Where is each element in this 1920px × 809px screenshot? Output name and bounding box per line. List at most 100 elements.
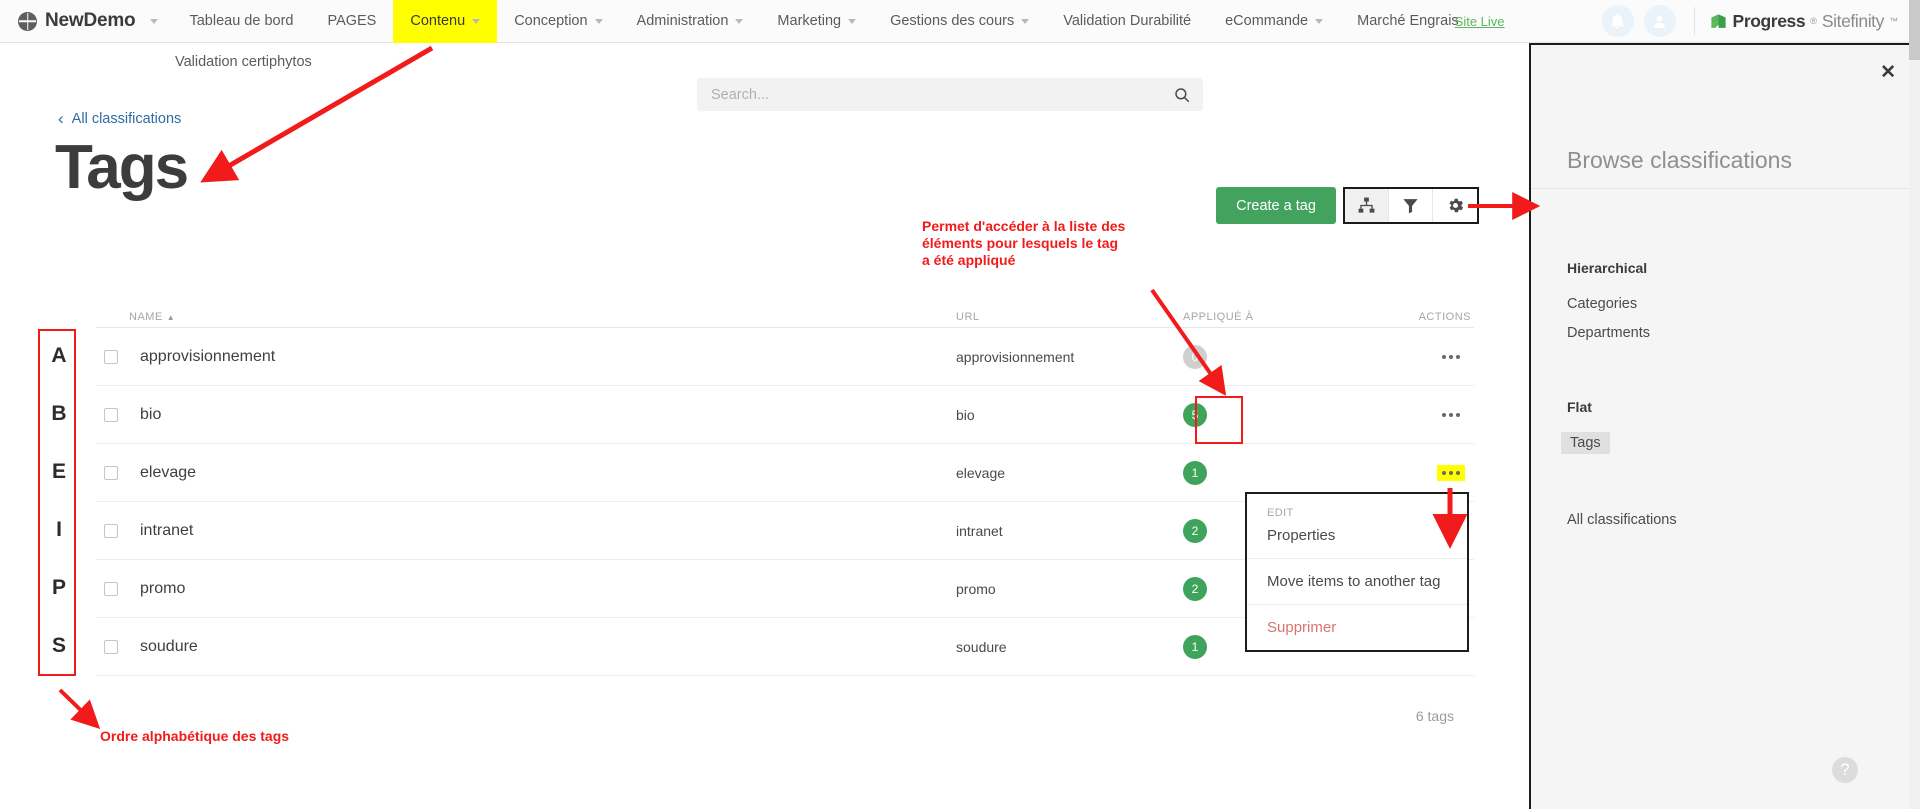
- cell-url: soudure: [956, 639, 1183, 655]
- table-header-row: NAME▲ URL APPLIQUÉ À ACTIONS: [96, 300, 1474, 328]
- view-toolbar: [1343, 187, 1479, 224]
- chevron-down-icon: [472, 19, 480, 24]
- cell-url: bio: [956, 407, 1183, 423]
- panel-link-departments[interactable]: Departments: [1567, 325, 1650, 341]
- tag-name: bio: [140, 406, 161, 424]
- help-icon[interactable]: ?: [1832, 757, 1858, 783]
- cell-name: soudure: [96, 638, 956, 656]
- row-checkbox[interactable]: [104, 582, 118, 596]
- cell-actions: [1373, 465, 1471, 481]
- row-checkbox[interactable]: [104, 350, 118, 364]
- cell-name: promo: [96, 580, 956, 598]
- applied-count-badge[interactable]: 1: [1183, 635, 1207, 659]
- annotation-text-alphabet: Ordre alphabétique des tags: [100, 728, 420, 745]
- nav-item-pages[interactable]: PAGES: [310, 0, 393, 43]
- search-icon: [1173, 86, 1191, 104]
- cell-applied: 0: [1183, 345, 1373, 369]
- nav-item-marche-engrais[interactable]: Marché Engrais: [1340, 0, 1459, 43]
- cell-url: promo: [956, 581, 1183, 597]
- annotation-box-alphabet: [38, 329, 76, 676]
- logo-sitefinity-text: Sitefinity: [1822, 11, 1884, 32]
- gear-icon: [1446, 196, 1465, 215]
- row-checkbox[interactable]: [104, 640, 118, 654]
- cell-name: bio: [96, 406, 956, 424]
- nav-label: Tableau de bord: [189, 13, 293, 29]
- nav-label: eCommande: [1225, 13, 1308, 29]
- site-live-link[interactable]: Site Live: [1455, 14, 1505, 29]
- nav-label: Administration: [637, 13, 729, 29]
- row-checkbox[interactable]: [104, 408, 118, 422]
- applied-count-badge[interactable]: 2: [1183, 519, 1207, 543]
- panel-group-title-flat: Flat: [1567, 399, 1592, 415]
- context-menu-item-move-items[interactable]: Move items to another tag: [1247, 558, 1467, 604]
- sitefinity-logo: Progress®Sitefinity™: [1709, 11, 1920, 32]
- row-actions-button[interactable]: [1437, 407, 1465, 423]
- top-navigation-bar: NewDemo Tableau de bord PAGES Contenu Co…: [0, 0, 1920, 43]
- chevron-down-icon: [150, 19, 158, 24]
- context-menu-section-label: EDIT: [1247, 494, 1467, 521]
- filter-button[interactable]: [1389, 189, 1433, 222]
- search-input[interactable]: [697, 87, 1161, 103]
- close-icon[interactable]: ✕: [1880, 63, 1896, 82]
- brand-name: NewDemo: [45, 10, 135, 32]
- panel-link-all-classifications[interactable]: All classifications: [1567, 512, 1677, 528]
- nav-item-administration[interactable]: Administration: [620, 0, 761, 43]
- applied-count-badge[interactable]: 0: [1183, 345, 1207, 369]
- cell-url: elevage: [956, 465, 1183, 481]
- panel-link-tags[interactable]: Tags: [1561, 432, 1610, 454]
- row-checkbox[interactable]: [104, 466, 118, 480]
- nav-label: Validation Durabilité: [1063, 13, 1191, 29]
- nav-label: Marché Engrais: [1357, 13, 1459, 29]
- tag-name: approvisionnement: [140, 348, 275, 366]
- applied-count-badge[interactable]: 1: [1183, 461, 1207, 485]
- nav-item-validation-durabilite[interactable]: Validation Durabilité: [1046, 0, 1208, 43]
- logo-tm-2: ™: [1889, 16, 1898, 26]
- context-menu-item-supprimer[interactable]: Supprimer: [1247, 604, 1467, 650]
- brand-selector[interactable]: NewDemo: [0, 0, 172, 43]
- nav-label: Contenu: [410, 13, 465, 29]
- notifications-button[interactable]: [1602, 5, 1634, 37]
- column-header-name[interactable]: NAME ▲: [96, 311, 956, 323]
- context-menu-item-properties[interactable]: Properties: [1247, 521, 1467, 558]
- account-button[interactable]: [1644, 5, 1676, 37]
- row-actions-button[interactable]: [1437, 349, 1465, 365]
- nav-item-ecommande[interactable]: eCommande: [1208, 0, 1340, 43]
- row-context-menu: EDIT Properties Move items to another ta…: [1245, 492, 1469, 652]
- cell-applied: 1: [1183, 461, 1373, 485]
- row-checkbox[interactable]: [104, 524, 118, 538]
- cell-actions: [1373, 349, 1471, 365]
- browse-classifications-panel: ✕ Browse classifications Hierarchical Ca…: [1529, 43, 1920, 809]
- hierarchy-view-button[interactable]: [1345, 189, 1389, 222]
- nav-label: Marketing: [777, 13, 841, 29]
- nav-label: PAGES: [327, 13, 376, 29]
- breadcrumb-label: All classifications: [72, 111, 182, 127]
- nav-item-conception[interactable]: Conception: [497, 0, 619, 43]
- search-button[interactable]: [1161, 78, 1203, 111]
- logo-tm-1: ®: [1810, 16, 1817, 26]
- annotation-text-applied: Permet d'accéder à la liste des éléments…: [922, 218, 1212, 269]
- column-header-label: NAME: [129, 311, 163, 323]
- nav-item-gestions-des-cours[interactable]: Gestions des cours: [873, 0, 1046, 43]
- search-box: [697, 78, 1203, 111]
- nav-item-tableau-de-bord[interactable]: Tableau de bord: [172, 0, 310, 43]
- table-row[interactable]: bio bio 5: [96, 386, 1474, 444]
- settings-button[interactable]: [1433, 189, 1477, 222]
- globe-icon: [18, 12, 37, 31]
- column-header-url[interactable]: URL: [956, 311, 1183, 323]
- column-header-applied-to[interactable]: APPLIQUÉ À: [1183, 311, 1373, 323]
- scrollbar-thumb[interactable]: [1909, 0, 1920, 60]
- nav-item-marketing[interactable]: Marketing: [760, 0, 873, 43]
- annotation-box-applied-badge: [1195, 396, 1243, 444]
- create-tag-button[interactable]: Create a tag: [1216, 187, 1336, 224]
- table-row[interactable]: approvisionnement approvisionnement 0: [96, 328, 1474, 386]
- chevron-left-icon: ‹: [58, 110, 64, 127]
- user-avatar-icon: [1651, 13, 1668, 30]
- breadcrumb-back[interactable]: ‹ All classifications: [58, 110, 181, 127]
- sort-asc-icon: ▲: [167, 313, 175, 322]
- panel-link-categories[interactable]: Categories: [1567, 296, 1637, 312]
- page-scrollbar[interactable]: [1909, 0, 1920, 809]
- applied-count-badge[interactable]: 2: [1183, 577, 1207, 601]
- nav-item-contenu[interactable]: Contenu: [393, 0, 497, 43]
- row-actions-button[interactable]: [1437, 465, 1465, 481]
- hierarchy-icon: [1357, 196, 1376, 215]
